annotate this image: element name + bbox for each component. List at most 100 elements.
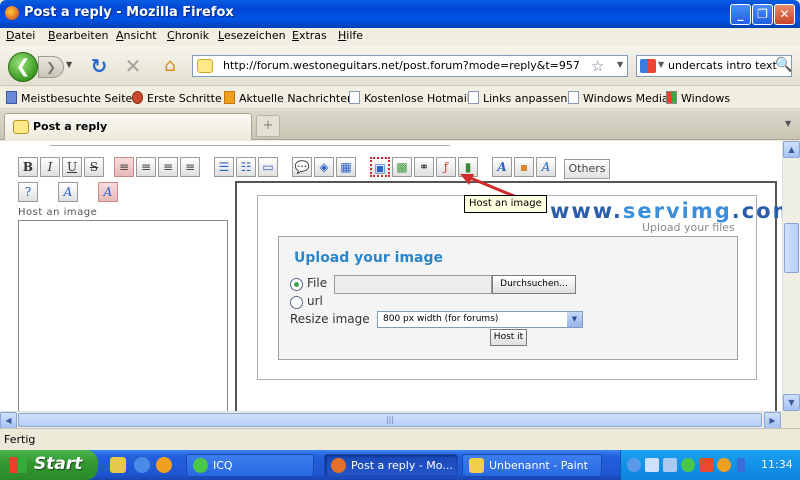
page-icon — [468, 91, 479, 104]
justify-icon[interactable]: ≡ — [180, 157, 200, 177]
bookmarks-toolbar: Meistbesuchte Seiten Erste Schritte Aktu… — [0, 87, 800, 109]
url-label: url — [307, 294, 323, 308]
minimize-button[interactable]: _ — [730, 4, 751, 25]
underline-button[interactable]: U — [62, 157, 82, 177]
horizontal-rule-icon[interactable]: ▭ — [258, 157, 278, 177]
servimg-logo: www.servimg.com — [550, 199, 782, 223]
url-bar[interactable]: http://forum.westoneguitars.net/post.for… — [192, 55, 628, 77]
bold-button[interactable]: B — [18, 157, 38, 177]
windows-icon — [666, 91, 677, 104]
bookmark-item[interactable]: Links anpassen — [468, 91, 567, 105]
monitor-icon[interactable] — [663, 458, 677, 472]
bookmark-item[interactable]: Aktuelle Nachrichten — [224, 91, 354, 105]
resize-label: Resize image — [290, 312, 370, 326]
network-icon[interactable] — [645, 458, 659, 472]
menu-hilfe[interactable]: Hilfe — [338, 29, 363, 42]
task-icq[interactable]: ICQ — [186, 454, 314, 477]
radio-file[interactable] — [290, 278, 303, 291]
clock[interactable]: 11:34 — [761, 458, 793, 471]
maximize-button[interactable]: ❐ — [752, 4, 773, 25]
start-button[interactable]: Start — [0, 450, 98, 480]
page-icon — [568, 91, 579, 104]
image-icon[interactable]: ▩ — [392, 157, 412, 177]
system-tray: 11:34 — [620, 450, 800, 480]
menu-ansicht[interactable]: Ansicht — [116, 29, 157, 42]
strikethrough-button[interactable]: S — [84, 157, 104, 177]
navigation-toolbar: ❮ ❯ ▼ ↻ ✕ ⌂ http://forum.westoneguitars.… — [0, 46, 800, 86]
bookmark-item[interactable]: Windows — [666, 91, 730, 105]
search-engine-dropdown-icon[interactable]: ▼ — [658, 60, 664, 69]
wysiwyg-toggle-icon[interactable]: A — [98, 182, 118, 202]
host-image-heading: Host an image — [18, 207, 98, 218]
others-button[interactable]: Others — [564, 159, 610, 179]
italic-button[interactable]: I — [40, 157, 60, 177]
chevron-down-icon[interactable]: ▼ — [567, 312, 582, 327]
quicklaunch-icon[interactable] — [110, 457, 126, 473]
home-button[interactable]: ⌂ — [158, 55, 182, 77]
close-button[interactable]: ✕ — [774, 4, 795, 25]
align-right-icon[interactable]: ≡ — [158, 157, 178, 177]
search-input[interactable]: undercats intro text — [668, 59, 777, 72]
stop-button[interactable]: ✕ — [122, 55, 144, 77]
file-path-input[interactable] — [334, 275, 492, 294]
horizontal-scrollbar[interactable]: ◀ ||| ▶ — [0, 411, 782, 429]
search-icon[interactable]: 🔍 — [775, 57, 792, 73]
table-icon[interactable]: ▦ — [336, 157, 356, 177]
message-editor[interactable] — [18, 220, 228, 411]
host-image-icon[interactable]: ▣ — [370, 157, 390, 177]
radio-url[interactable] — [290, 296, 303, 309]
vertical-scroll-thumb[interactable] — [784, 223, 799, 273]
ie-icon[interactable] — [134, 457, 150, 473]
horizontal-scroll-thumb[interactable]: ||| — [18, 413, 762, 427]
menu-datei[interactable]: Datei — [6, 29, 35, 42]
antivirus-icon[interactable] — [699, 458, 713, 472]
menu-extras[interactable]: Extras — [292, 29, 327, 42]
history-dropdown-icon[interactable]: ▼ — [66, 60, 72, 69]
help-icon[interactable]: ? — [18, 182, 38, 202]
servimg-panel: www.servimg.com Upload your files Upload… — [257, 195, 782, 380]
align-left-icon[interactable]: ≡ — [114, 157, 134, 177]
scroll-right-icon[interactable]: ▶ — [764, 412, 781, 429]
bookmark-item[interactable]: Meistbesuchte Seiten — [6, 91, 139, 105]
icq-tray-icon[interactable] — [681, 458, 695, 472]
url-text[interactable]: http://forum.westoneguitars.net/post.for… — [223, 59, 580, 72]
tab-list-dropdown-icon[interactable]: ▼ — [785, 119, 791, 128]
menu-lesezeichen[interactable]: Lesezeichen — [218, 29, 286, 42]
task-paint[interactable]: Unbenannt - Paint — [462, 454, 602, 477]
task-firefox[interactable]: Post a reply - Mo... — [324, 454, 458, 477]
media-player-icon[interactable] — [156, 457, 172, 473]
vertical-scrollbar[interactable]: ▲ ▼ — [782, 141, 800, 411]
tab-post-a-reply[interactable]: Post a reply — [4, 113, 252, 140]
bookmark-star-icon[interactable]: ☆ — [591, 57, 604, 75]
browse-button[interactable]: Durchsuchen... — [492, 275, 576, 294]
page-content: B I U S ≡ ≡ ≡ ≡ ☰ ☷ ▭ 💬 ◈ ▦ ▣ ▩ ⚭ ƒ ▮ A … — [0, 141, 782, 411]
menu-chronik[interactable]: Chronik — [167, 29, 209, 42]
tray-expand-icon[interactable] — [627, 458, 641, 472]
link-icon[interactable]: ⚭ — [414, 157, 434, 177]
scroll-left-icon[interactable]: ◀ — [0, 412, 17, 429]
bullet-list-icon[interactable]: ☰ — [214, 157, 234, 177]
new-tab-button[interactable]: + — [256, 115, 280, 137]
align-center-icon[interactable]: ≡ — [136, 157, 156, 177]
forward-button[interactable]: ❯ — [38, 56, 64, 78]
text-color-icon[interactable]: A — [58, 182, 78, 202]
reload-button[interactable]: ↻ — [88, 55, 110, 77]
back-button[interactable]: ❮ — [8, 52, 38, 82]
bookmark-item[interactable]: Kostenlose Hotmail — [349, 91, 470, 105]
bookmark-item[interactable]: Erste Schritte — [132, 91, 222, 105]
search-bar[interactable]: ▼ undercats intro text 🔍 — [636, 55, 792, 77]
firefox-icon — [5, 6, 19, 20]
scroll-up-icon[interactable]: ▲ — [783, 141, 800, 158]
host-it-button[interactable]: Host it — [490, 329, 527, 346]
search-engine-icon[interactable] — [640, 59, 656, 73]
quote-icon[interactable]: 💬 — [292, 157, 312, 177]
bookmark-item[interactable]: Windows Media — [568, 91, 669, 105]
scroll-down-icon[interactable]: ▼ — [783, 394, 800, 411]
url-dropdown-icon[interactable]: ▼ — [617, 60, 623, 69]
code-icon[interactable]: ◈ — [314, 157, 334, 177]
menu-bearbeiten[interactable]: Bearbeiten — [48, 29, 108, 42]
numbered-list-icon[interactable]: ☷ — [236, 157, 256, 177]
volume-icon[interactable] — [737, 458, 745, 472]
resize-select[interactable]: 800 px width (for forums) ▼ — [377, 311, 583, 328]
update-icon[interactable] — [717, 458, 731, 472]
